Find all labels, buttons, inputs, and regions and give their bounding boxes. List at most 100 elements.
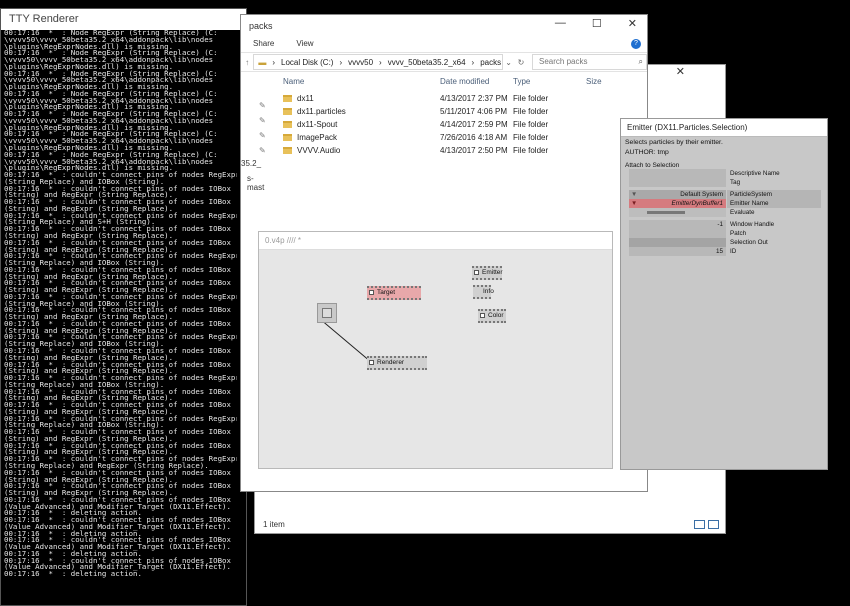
ribbon-tab-share[interactable]: Share <box>253 39 274 48</box>
node-icon <box>369 360 374 365</box>
pin-name: Evaluate <box>727 208 821 217</box>
expand-icon[interactable]: ▼ <box>631 190 637 199</box>
node-label: Renderer <box>377 359 405 366</box>
explorer-titlebar: packs — ☐ ✕ <box>241 15 647 35</box>
pin-value[interactable] <box>629 229 726 238</box>
folder-icon <box>283 121 292 128</box>
breadcrumb-chevron-icon[interactable]: › <box>339 58 342 67</box>
address-bar[interactable]: ▬ › Local Disk (C:) › vvvv50 › vvvv_50be… <box>253 54 504 70</box>
maximize-icon[interactable]: ☐ <box>592 17 602 30</box>
pin-value[interactable] <box>629 238 726 247</box>
inspector-window: Emitter (DX11.Particles.Selection) Selec… <box>620 118 828 470</box>
close-icon[interactable]: ✕ <box>676 65 685 81</box>
view-buttons-back <box>694 520 719 529</box>
pin-icon[interactable]: ✎ <box>259 101 266 110</box>
column-name[interactable]: Name <box>283 77 304 86</box>
help-icon[interactable]: ? <box>631 39 641 49</box>
file-date: 4/13/2017 2:50 PM <box>440 146 508 155</box>
address-dropdown-icon[interactable]: ⌄ <box>503 58 514 67</box>
refresh-icon[interactable]: ↻ <box>514 58 528 67</box>
pin-row[interactable]: Evaluate <box>629 208 821 217</box>
pin-row[interactable]: EmitterDynBuffer1 ▼ Emitter Name <box>629 199 821 208</box>
file-name: ImagePack <box>297 133 338 142</box>
status-item-count: 1 item <box>263 520 285 529</box>
patch-links <box>319 318 372 363</box>
search-icon[interactable]: ⌕ <box>639 55 643 69</box>
pin-row[interactable]: Patch <box>629 229 821 238</box>
pin-row[interactable]: Default System ▼ ParticleSystem <box>629 190 821 199</box>
pin-name: Emitter Name <box>727 199 821 208</box>
explorer-title: packs <box>249 21 273 31</box>
file-date: 7/26/2016 4:18 AM <box>440 133 508 142</box>
details-view-icon[interactable] <box>694 520 705 529</box>
node-label: Color <box>488 312 504 319</box>
pin-name: Descriptive Name <box>727 169 821 178</box>
pin-row[interactable]: 15 ID <box>629 247 821 256</box>
file-type: File folder <box>513 107 549 116</box>
pin-icon[interactable]: ✎ <box>259 146 266 155</box>
file-date: 4/14/2017 2:59 PM <box>440 120 508 129</box>
pin-name: Window Handle <box>727 220 821 229</box>
pin-value[interactable]: 15 <box>629 247 726 256</box>
node-info[interactable]: Info <box>473 285 494 299</box>
pin-value[interactable] <box>629 208 726 217</box>
file-type: File folder <box>513 146 549 155</box>
breadcrumb-vvvv-beta[interactable]: vvvv_50beta35.2_x64 <box>388 58 466 67</box>
node-color[interactable]: Color <box>478 309 506 323</box>
patch-window: 0.v4p //// * Target Emitter Info Color R… <box>258 231 613 469</box>
pin-row[interactable]: Descriptive Name <box>629 169 821 178</box>
pin-row[interactable]: -1 Window Handle <box>629 220 821 229</box>
breadcrumb-local-disk[interactable]: Local Disk (C:) <box>281 58 333 67</box>
breadcrumb-packs[interactable]: packs <box>480 58 501 67</box>
pin-name: ID <box>727 247 821 256</box>
up-arrow-icon[interactable]: ↑ <box>241 58 253 67</box>
node-label: Info <box>483 288 494 295</box>
node-author: AUTHOR: tmp <box>625 149 669 156</box>
file-date: 4/13/2017 2:37 PM <box>440 94 508 103</box>
pin-row[interactable]: Tag <box>629 178 821 187</box>
tty-console: 00:17:16 * : Node RegExpr (String Replac… <box>1 30 237 605</box>
pin-value[interactable] <box>629 169 726 178</box>
close-icon[interactable]: ✕ <box>628 17 637 30</box>
file-name: VVVV.Audio <box>297 146 341 155</box>
large-icons-view-icon[interactable] <box>708 520 719 529</box>
column-date[interactable]: Date modified <box>440 77 489 86</box>
pin-value[interactable] <box>629 178 726 187</box>
node-renderer[interactable]: Renderer <box>367 356 427 370</box>
pin-icon[interactable]: ✎ <box>259 116 266 125</box>
search-input[interactable]: Search packs ⌕ <box>532 54 647 70</box>
pin-value[interactable]: Default System <box>629 190 726 199</box>
column-type[interactable]: Type <box>513 77 530 86</box>
nav-item-fragment[interactable]: 35.2_ <box>241 159 261 168</box>
pin-value[interactable]: -1 <box>629 220 726 229</box>
iobox-value[interactable] <box>322 308 332 318</box>
pin-row[interactable]: Selection Out <box>629 238 821 247</box>
file-name: dx11-Spout <box>297 120 338 129</box>
pin-name: Selection Out <box>727 238 821 247</box>
iobox-node[interactable] <box>317 303 337 323</box>
window-controls: — ☐ ✕ <box>555 17 637 30</box>
node-icon <box>369 290 374 295</box>
pin-icon[interactable]: ✎ <box>259 131 266 140</box>
nav-item-fragment[interactable]: s-mast <box>247 174 264 192</box>
patch-link[interactable] <box>319 318 372 363</box>
pin-name: Tag <box>727 178 821 187</box>
node-target[interactable]: Target <box>367 286 421 300</box>
node-emitter[interactable]: Emitter <box>472 266 503 280</box>
minimize-icon[interactable]: — <box>555 17 566 30</box>
ribbon-tab-view[interactable]: View <box>296 39 313 48</box>
breadcrumb-chevron-icon[interactable]: › <box>472 58 475 67</box>
pin-bar <box>647 211 685 214</box>
node-label: Target <box>377 289 396 296</box>
folder-icon <box>283 95 292 102</box>
folder-icon <box>283 134 292 141</box>
pin-name: ParticleSystem <box>727 190 821 199</box>
breadcrumb-chevron-icon[interactable]: › <box>272 58 275 67</box>
pin-value[interactable]: EmitterDynBuffer1 <box>629 199 726 208</box>
column-size[interactable]: Size <box>586 77 602 86</box>
breadcrumb-vvvv50[interactable]: vvvv50 <box>348 58 373 67</box>
expand-icon[interactable]: ▼ <box>631 199 637 208</box>
address-row: ↑ ▬ › Local Disk (C:) › vvvv50 › vvvv_50… <box>241 52 647 72</box>
inspector-title: Emitter (DX11.Particles.Selection) <box>621 119 827 137</box>
breadcrumb-chevron-icon[interactable]: › <box>379 58 382 67</box>
